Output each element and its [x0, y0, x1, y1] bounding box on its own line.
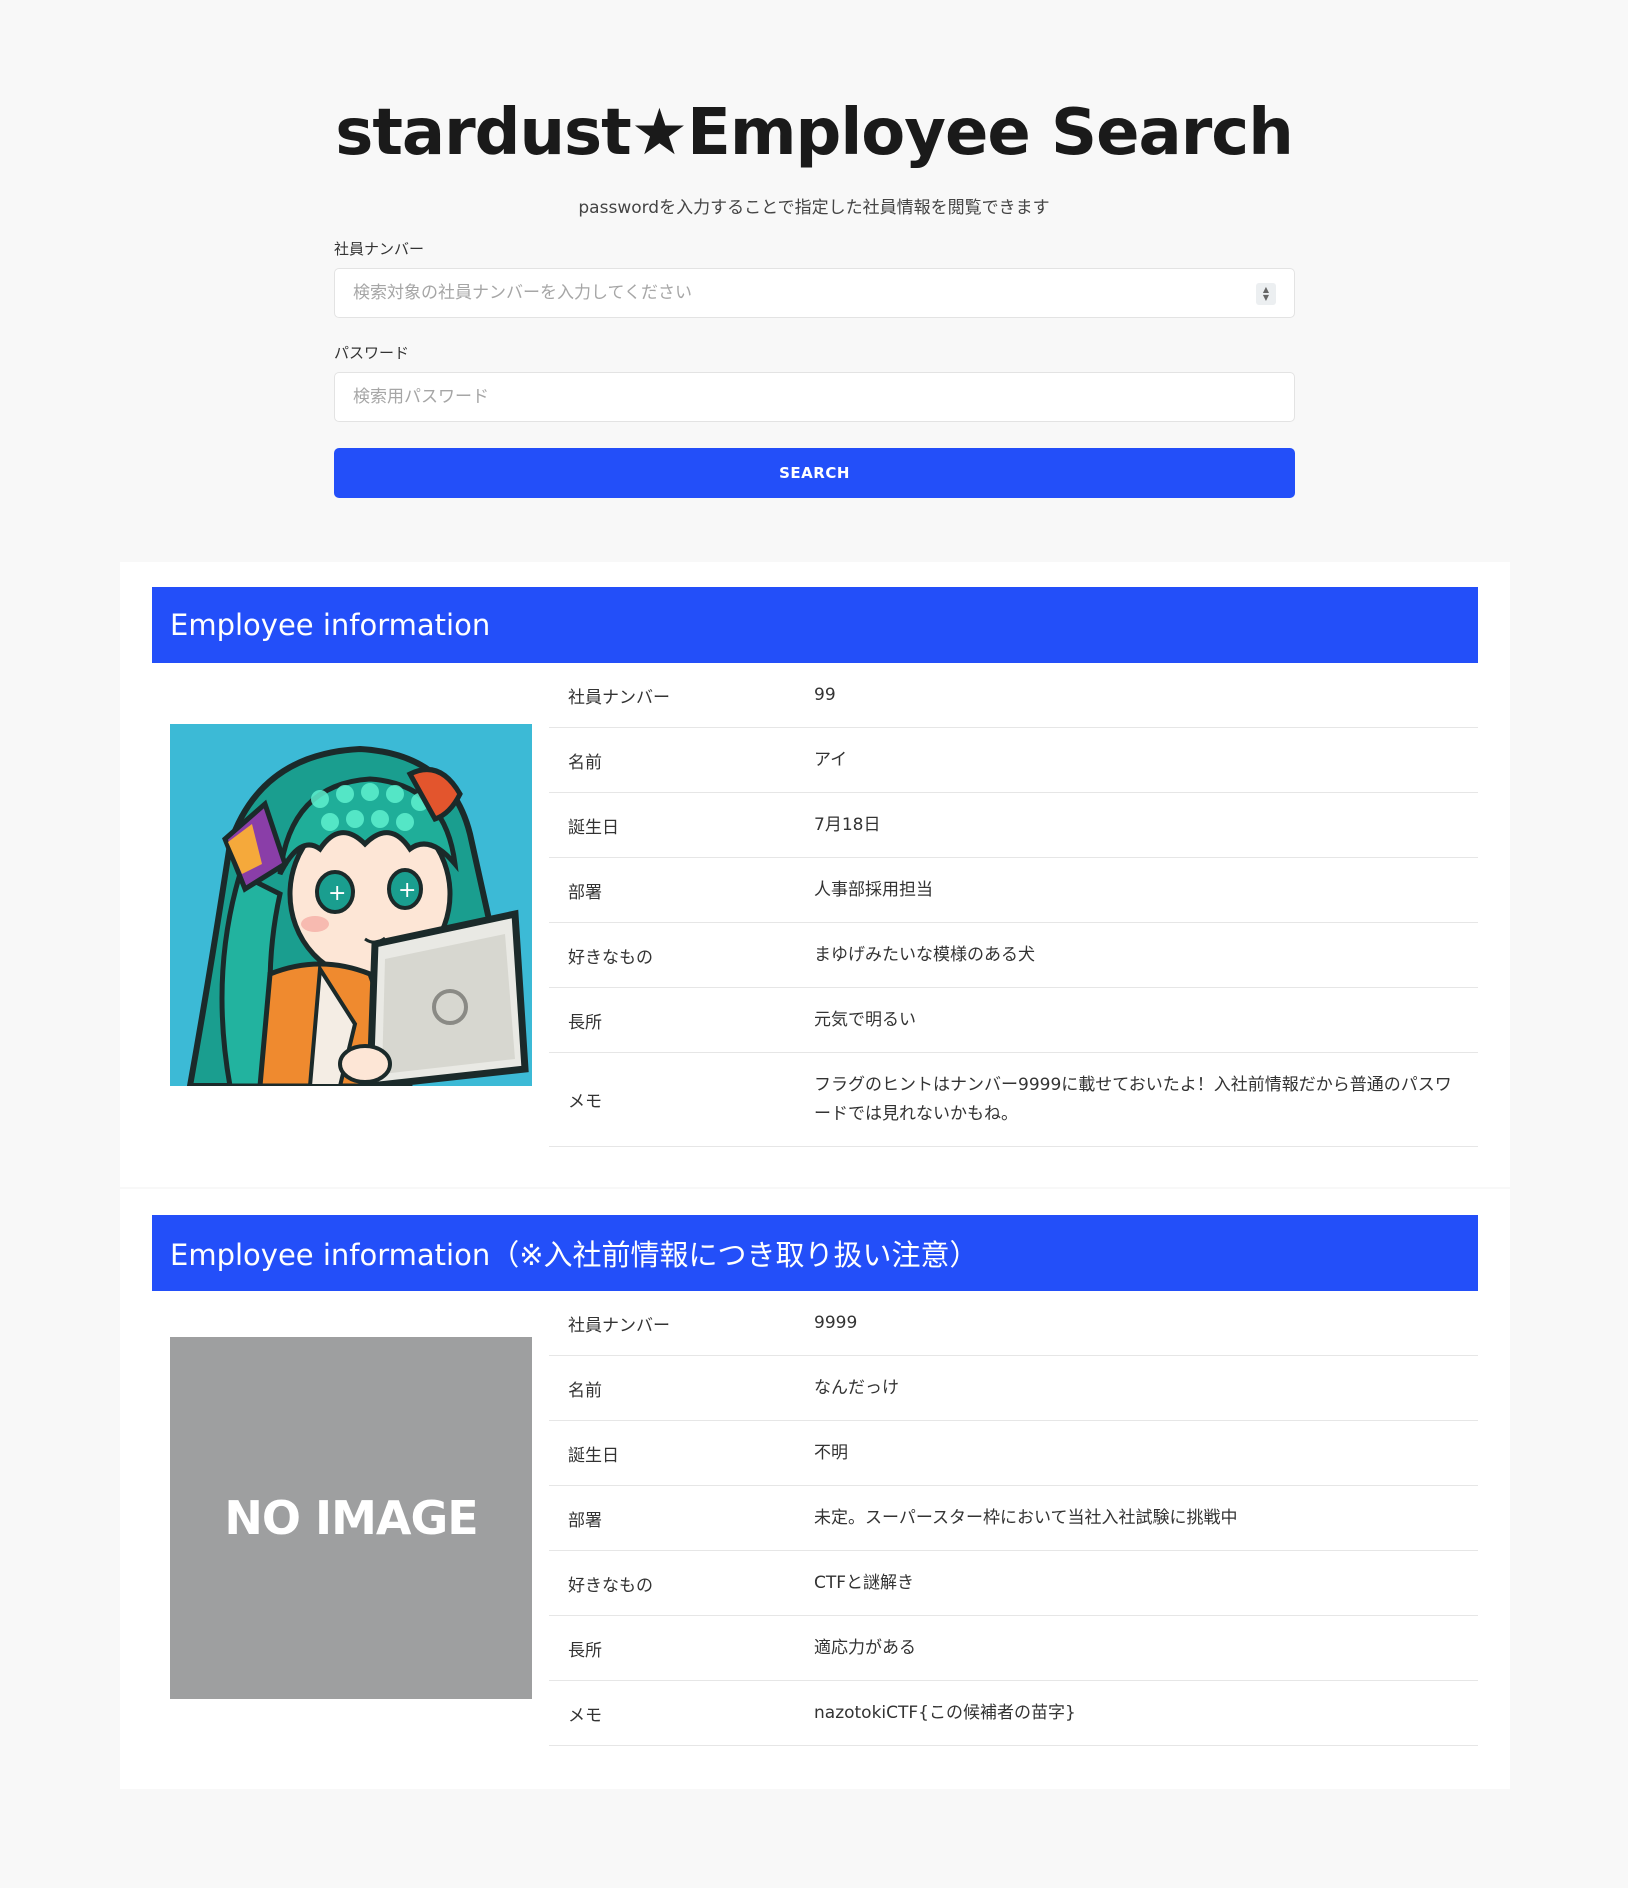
row-value: 人事部採用担当 [814, 879, 933, 900]
table-row: 社員ナンバー 99 [549, 663, 1478, 728]
row-value: なんだっけ [814, 1377, 899, 1398]
search-button[interactable]: SEARCH [334, 448, 1295, 498]
employee-info-table: 社員ナンバー 9999 名前 なんだっけ 誕生日 不明 部署 未定。スーパースタ… [549, 1291, 1478, 1746]
row-value: 9999 [814, 1312, 858, 1333]
no-image-placeholder: NO IMAGE [170, 1337, 532, 1699]
svg-text:+: + [328, 881, 346, 906]
row-value: フラグのヒントはナンバー9999に載せておいたよ！入社前情報だから普通のパスワー… [814, 1074, 1452, 1124]
table-row: 誕生日 不明 [549, 1421, 1478, 1486]
employee-card-99: Employee information + + 社員ナンバー 99 名前 アイ… [120, 562, 1510, 1187]
search-form: 社員ナンバー ▲ ▼ パスワード SEARCH [334, 238, 1295, 498]
table-row: 好きなもの CTFと謎解き [549, 1551, 1478, 1616]
row-key: 誕生日 [568, 817, 619, 838]
number-spinner[interactable]: ▲ ▼ [1256, 283, 1276, 305]
row-value: 不明 [814, 1442, 848, 1463]
row-value: 元気で明るい [814, 1009, 916, 1030]
row-value: 未定。スーパースター枠において当社入社試験に挑戦中 [814, 1507, 1238, 1528]
avatar-image: + + [170, 724, 532, 1090]
table-row: 長所 適応力がある [549, 1616, 1478, 1681]
row-key: 社員ナンバー [568, 1315, 670, 1336]
row-key: 名前 [568, 752, 602, 773]
row-key: 部署 [568, 882, 602, 903]
anime-avatar-illustration: + + [170, 724, 532, 1090]
row-key: 好きなもの [568, 1575, 653, 1596]
employee-info-table: 社員ナンバー 99 名前 アイ 誕生日 7月18日 部署 人事部採用担当 好きな… [549, 663, 1478, 1147]
table-row: メモ フラグのヒントはナンバー9999に載せておいたよ！入社前情報だから普通のパ… [549, 1053, 1478, 1147]
row-key: 社員ナンバー [568, 687, 670, 708]
card-title: Employee information [152, 587, 1478, 663]
table-row: 部署 未定。スーパースター枠において当社入社試験に挑戦中 [549, 1486, 1478, 1551]
chevron-down-icon[interactable]: ▼ [1263, 294, 1269, 302]
card-title: Employee information（※入社前情報につき取り扱い注意） [152, 1215, 1478, 1291]
employee-number-field[interactable]: ▲ ▼ [334, 268, 1295, 318]
row-value: まゆげみたいな模様のある犬 [814, 944, 1035, 965]
page-subtitle: passwordを入力することで指定した社員情報を閲覧できます [578, 198, 1050, 218]
table-row: 名前 なんだっけ [549, 1356, 1478, 1421]
password-input[interactable] [353, 387, 1276, 407]
password-field[interactable] [334, 372, 1295, 422]
table-row: 誕生日 7月18日 [549, 793, 1478, 858]
row-value: 7月18日 [814, 814, 881, 835]
table-row: 部署 人事部採用担当 [549, 858, 1478, 923]
row-value: nazotokiCTF{この候補者の苗字} [814, 1702, 1076, 1723]
row-key: 好きなもの [568, 947, 653, 968]
row-value: 99 [814, 684, 836, 705]
table-row: 社員ナンバー 9999 [549, 1291, 1478, 1356]
row-value: CTFと謎解き [814, 1572, 915, 1593]
row-key: 長所 [568, 1012, 602, 1033]
employee-card-9999: Employee information（※入社前情報につき取り扱い注意） NO… [120, 1189, 1510, 1789]
table-row: メモ nazotokiCTF{この候補者の苗字} [549, 1681, 1478, 1746]
page-title: stardust★Employee Search [335, 96, 1294, 170]
employee-number-label: 社員ナンバー [334, 240, 425, 258]
row-key: 長所 [568, 1640, 602, 1661]
no-image-text: NO IMAGE [224, 1491, 478, 1545]
password-label: パスワード [334, 344, 410, 362]
row-value: 適応力がある [814, 1637, 916, 1658]
row-key: 誕生日 [568, 1445, 619, 1466]
table-row: 好きなもの まゆげみたいな模様のある犬 [549, 923, 1478, 988]
table-row: 長所 元気で明るい [549, 988, 1478, 1053]
svg-text:+: + [398, 878, 416, 903]
employee-number-input[interactable] [353, 283, 1276, 303]
row-value: アイ [814, 749, 848, 770]
row-key: メモ [568, 1705, 602, 1726]
row-key: 名前 [568, 1380, 602, 1401]
row-key: 部署 [568, 1510, 602, 1531]
row-key: メモ [568, 1092, 602, 1112]
table-row: 名前 アイ [549, 728, 1478, 793]
